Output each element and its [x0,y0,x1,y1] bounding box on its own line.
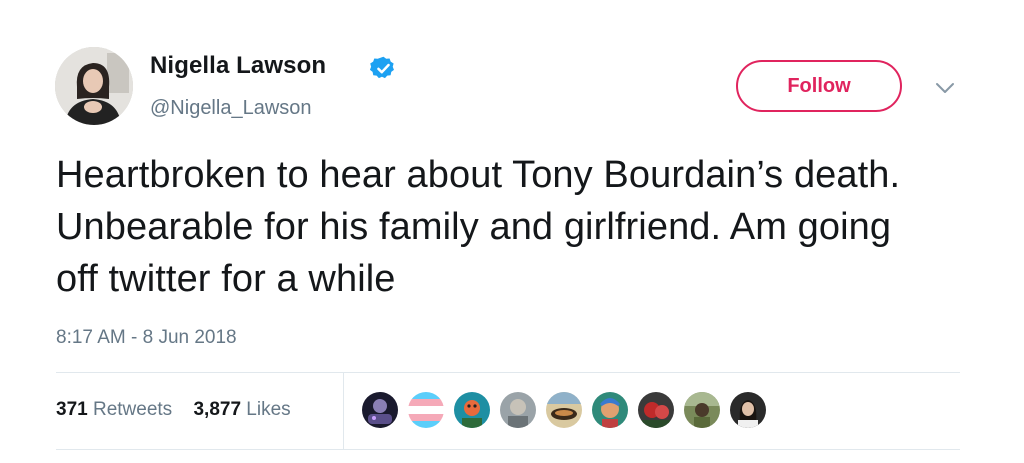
liker-avatar[interactable] [546,392,582,428]
verified-badge-icon [370,56,394,79]
liker-avatar-icon [592,392,628,428]
liker-avatar-icon [638,392,674,428]
divider [56,449,960,450]
retweets-stat[interactable]: 371 Retweets [56,399,172,421]
liker-avatar-icon [546,392,582,428]
profile-photo-icon [55,47,133,125]
author-avatar[interactable] [55,47,133,125]
likes-count: 3,877 [193,399,242,420]
divider [56,372,960,373]
author-display-name[interactable]: Nigella Lawson [150,52,326,80]
liker-avatar[interactable] [592,392,628,428]
likes-label: Likes [246,399,291,420]
tweet-stats: 371 Retweets 3,877 Likes [56,399,307,421]
liker-avatar-icon [362,392,398,428]
liker-avatar[interactable] [454,392,490,428]
stats-divider [343,373,344,449]
liker-avatar[interactable] [408,392,444,428]
tweet-timestamp[interactable]: 8:17 AM - 8 Jun 2018 [56,327,237,349]
retweets-label: Retweets [92,399,173,420]
tweet-text: Heartbroken to hear about Tony Bourdain’… [56,154,901,300]
follow-button[interactable]: Follow [736,60,902,112]
liker-avatar[interactable] [638,392,674,428]
chevron-down-icon[interactable] [934,80,956,96]
liker-avatars [362,392,776,430]
liker-avatar-icon [500,392,536,428]
liker-avatar[interactable] [684,392,720,428]
author-handle[interactable]: @Nigella_Lawson [150,97,312,120]
likes-stat[interactable]: 3,877 Likes [193,399,290,421]
liker-avatar-icon [684,392,720,428]
liker-avatar[interactable] [730,392,766,428]
liker-avatar-icon [408,392,444,428]
liker-avatar-icon [454,392,490,428]
liker-avatar[interactable] [500,392,536,428]
tweet-card: Nigella Lawson @Nigella_Lawson Follow He… [0,0,1024,463]
liker-avatar-icon [730,392,766,428]
liker-avatar[interactable] [362,392,398,428]
retweets-count: 371 [56,399,88,420]
